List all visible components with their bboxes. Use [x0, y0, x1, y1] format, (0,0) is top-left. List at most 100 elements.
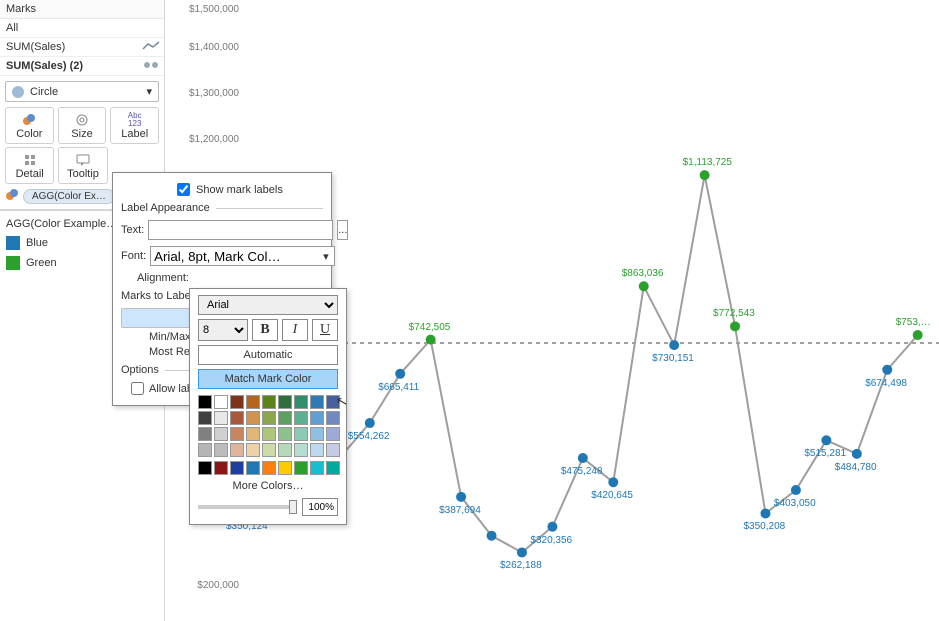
- chevron-down-icon: ▾: [146, 85, 152, 98]
- size-button-label: Size: [71, 128, 92, 140]
- color-swatch[interactable]: [198, 461, 212, 475]
- color-button[interactable]: Color: [5, 107, 54, 144]
- show-mark-labels-label: Show mark labels: [196, 184, 283, 196]
- color-swatch[interactable]: [278, 395, 292, 409]
- marks-sum-sales-label: SUM(Sales): [6, 41, 65, 53]
- color-swatch[interactable]: [230, 427, 244, 441]
- color-swatch[interactable]: [294, 443, 308, 457]
- color-swatch[interactable]: [310, 461, 324, 475]
- color-swatch[interactable]: [198, 395, 212, 409]
- color-swatch[interactable]: [294, 395, 308, 409]
- data-label: $262,188: [500, 560, 542, 571]
- marks-sum-sales2-row[interactable]: SUM(Sales) (2): [0, 57, 164, 76]
- detail-button[interactable]: Detail: [5, 147, 54, 184]
- color-swatch[interactable]: [214, 443, 228, 457]
- color-swatch[interactable]: [262, 411, 276, 425]
- color-swatch[interactable]: [214, 427, 228, 441]
- color-swatch[interactable]: [262, 395, 276, 409]
- color-swatch[interactable]: [214, 411, 228, 425]
- color-swatch[interactable]: [278, 411, 292, 425]
- color-swatch[interactable]: [310, 411, 324, 425]
- color-swatch[interactable]: [326, 443, 340, 457]
- more-colors-button[interactable]: More Colors…: [198, 480, 338, 492]
- color-swatch[interactable]: [326, 461, 340, 475]
- color-swatch[interactable]: [326, 427, 340, 441]
- data-label: $350,208: [743, 521, 785, 532]
- color-swatch[interactable]: [278, 427, 292, 441]
- tooltip-button[interactable]: Tooltip: [58, 147, 107, 184]
- color-swatch[interactable]: [326, 395, 340, 409]
- color-pill[interactable]: AGG(Color Ex…: [23, 189, 115, 204]
- opacity-knob[interactable]: [289, 500, 297, 514]
- label-font-dropdown[interactable]: [150, 246, 335, 266]
- color-swatch[interactable]: [198, 411, 212, 425]
- color-swatch[interactable]: [230, 411, 244, 425]
- color-swatch[interactable]: [230, 443, 244, 457]
- data-label: $772,543: [713, 308, 755, 319]
- color-swatch[interactable]: [326, 411, 340, 425]
- size-button[interactable]: Size: [58, 107, 107, 144]
- color-swatch[interactable]: [310, 427, 324, 441]
- color-swatch[interactable]: [246, 395, 260, 409]
- color-swatch[interactable]: [198, 443, 212, 457]
- chart-svg: [248, 0, 939, 621]
- color-swatch[interactable]: [294, 427, 308, 441]
- color-swatch[interactable]: [246, 443, 260, 457]
- color-swatch[interactable]: [262, 461, 276, 475]
- y-tick-label: $1,300,000: [175, 88, 239, 99]
- color-swatch[interactable]: [294, 411, 308, 425]
- match-mark-color-button[interactable]: Match Mark Color: [198, 369, 338, 389]
- data-label: $674,498: [865, 378, 907, 389]
- color-swatch[interactable]: [198, 427, 212, 441]
- color-swatch[interactable]: [246, 427, 260, 441]
- circle-icon: [12, 86, 24, 98]
- font-field-row: Font: ▾: [121, 246, 323, 266]
- color-swatch[interactable]: [310, 443, 324, 457]
- marks-all-row[interactable]: All: [0, 19, 164, 38]
- marks-sum-sales-row[interactable]: SUM(Sales): [0, 38, 164, 57]
- color-swatch[interactable]: [230, 461, 244, 475]
- tooltip-icon: [59, 152, 106, 168]
- automatic-color-button[interactable]: Automatic: [198, 345, 338, 365]
- color-swatch[interactable]: [230, 395, 244, 409]
- font-family-select[interactable]: Arial: [198, 295, 338, 315]
- allow-labels-checkbox[interactable]: [131, 382, 144, 395]
- data-label: $742,505: [409, 322, 451, 333]
- color-icon: [6, 112, 53, 128]
- data-label: $730,151: [652, 353, 694, 364]
- alignment-label: Alignment:: [121, 272, 189, 284]
- text-field-row: Text: ...: [121, 220, 323, 240]
- font-size-select[interactable]: 8: [198, 319, 248, 341]
- data-label: $554,262: [348, 431, 390, 442]
- underline-button[interactable]: U: [312, 319, 338, 341]
- color-swatch[interactable]: [246, 411, 260, 425]
- marks-sum-sales2-label: SUM(Sales) (2): [6, 60, 83, 72]
- color-swatch[interactable]: [262, 443, 276, 457]
- color-swatch[interactable]: [294, 461, 308, 475]
- font-label: Font:: [121, 250, 146, 262]
- data-label: $665,411: [378, 382, 419, 393]
- color-swatch[interactable]: [278, 443, 292, 457]
- show-mark-labels-row[interactable]: Show mark labels: [177, 183, 323, 196]
- marks-all-label: All: [6, 22, 18, 34]
- opacity-value[interactable]: [302, 498, 338, 516]
- color-swatch[interactable]: [246, 461, 260, 475]
- color-swatch[interactable]: [214, 395, 228, 409]
- text-edit-button[interactable]: ...: [337, 220, 348, 240]
- color-swatch[interactable]: [214, 461, 228, 475]
- color-swatch[interactable]: [278, 461, 292, 475]
- y-tick-label: $1,200,000: [175, 134, 239, 145]
- color-button-label: Color: [16, 128, 42, 140]
- marks-header: Marks: [0, 0, 164, 19]
- label-button[interactable]: Abc123 Label: [110, 107, 159, 144]
- color-swatch[interactable]: [310, 395, 324, 409]
- italic-button[interactable]: I: [282, 319, 308, 341]
- label-text-input[interactable]: [148, 220, 333, 240]
- color-swatch[interactable]: [262, 427, 276, 441]
- mark-type-dropdown[interactable]: Circle ▾: [5, 81, 159, 102]
- opacity-slider[interactable]: [198, 505, 297, 509]
- text-label: Text:: [121, 224, 144, 236]
- bold-button[interactable]: B: [252, 319, 278, 341]
- show-mark-labels-checkbox[interactable]: [177, 183, 190, 196]
- data-label: $863,036: [622, 268, 664, 279]
